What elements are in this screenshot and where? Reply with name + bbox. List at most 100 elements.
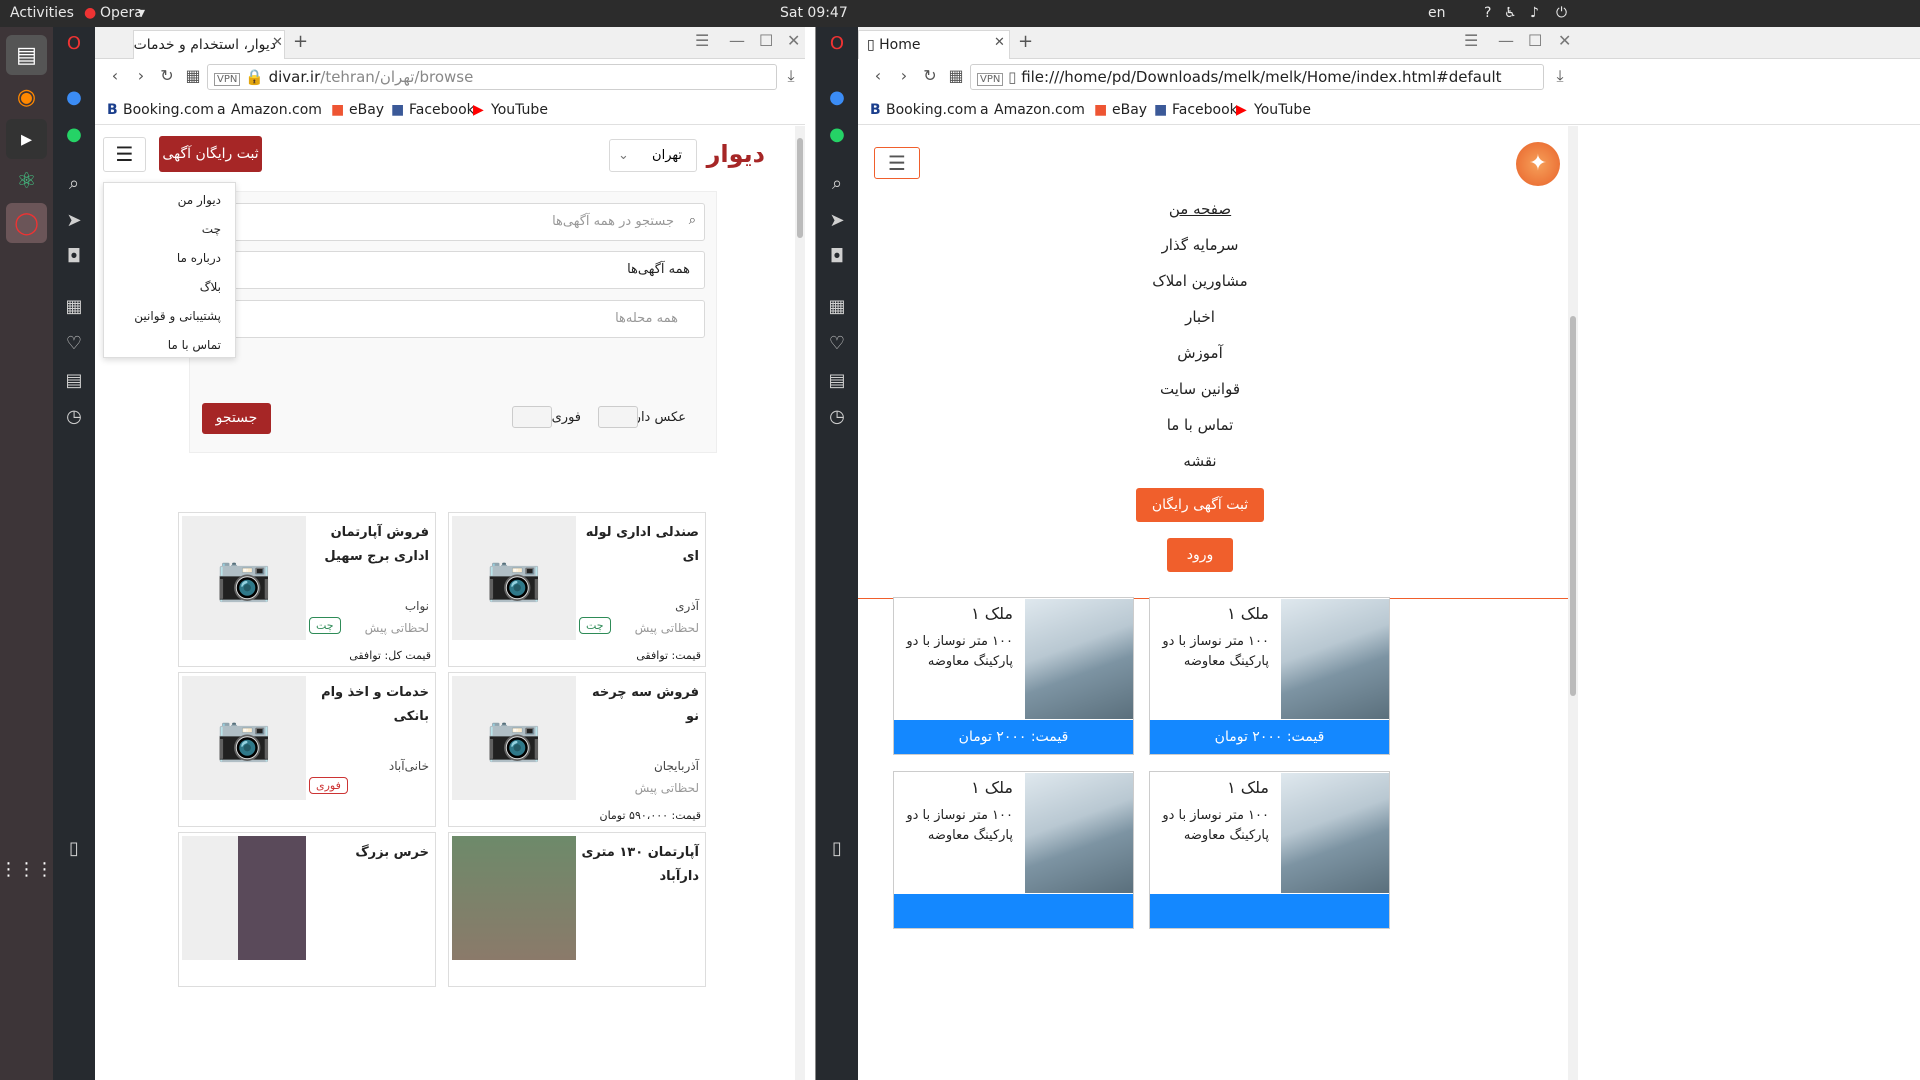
forward-icon[interactable]: › bbox=[892, 64, 916, 88]
bookmark-ebay[interactable]: eBay bbox=[1112, 102, 1147, 118]
navbar-toggle-button[interactable]: ☰ bbox=[874, 147, 920, 179]
property-card[interactable]: ملک ۱ ۱۰۰ متر نوساز با دو پارکینگ معاوضه ق… bbox=[893, 597, 1134, 755]
post-free-ad-button[interactable]: ثبت آگهی رایگان bbox=[1136, 488, 1264, 522]
menu-item-about[interactable]: درباره ما bbox=[177, 251, 221, 265]
app-menu[interactable]: Opera bbox=[100, 5, 143, 21]
bookmark-booking[interactable]: Booking.com bbox=[886, 102, 977, 118]
login-button[interactable]: ورود bbox=[1167, 538, 1233, 572]
ad-card[interactable]: 📷 خدمات و اخذ وام بانکی خانی‌آباد فوری bbox=[178, 672, 436, 827]
menu-item-blog[interactable]: بلاگ bbox=[200, 280, 221, 294]
tab-divar[interactable]: دیوار، استخدام و خدمات bbox=[133, 30, 285, 59]
tab-menu-icon[interactable]: ☰ bbox=[695, 31, 709, 50]
whatsapp-icon[interactable]: ● bbox=[821, 118, 853, 150]
heart-icon[interactable]: ♡ bbox=[58, 327, 90, 359]
close-tab-icon[interactable]: ✕ bbox=[272, 35, 283, 50]
reload-icon[interactable]: ↻ bbox=[918, 64, 942, 88]
forward-icon[interactable]: › bbox=[129, 64, 153, 88]
opera-dock-icon[interactable]: ◯ bbox=[6, 203, 47, 243]
power-icon[interactable]: ⏻ bbox=[1556, 5, 1567, 21]
bookmark-ebay[interactable]: eBay bbox=[349, 102, 384, 118]
scrollbar-thumb[interactable] bbox=[797, 138, 803, 238]
camera-icon[interactable]: ◘ bbox=[821, 240, 853, 272]
minimize-icon[interactable]: — bbox=[1498, 31, 1514, 50]
scrollbar[interactable] bbox=[1568, 126, 1578, 1080]
back-icon[interactable]: ‹ bbox=[103, 64, 127, 88]
scrollbar-thumb[interactable] bbox=[1570, 316, 1576, 696]
send-icon[interactable]: ➤ bbox=[821, 204, 853, 236]
news-icon[interactable]: ▤ bbox=[58, 364, 90, 396]
help-icon[interactable]: ? bbox=[1484, 5, 1491, 21]
search-input[interactable]: جستجو در همه آگهی‌ها ⌕ bbox=[199, 203, 705, 241]
atom-icon[interactable]: ⚛ bbox=[6, 161, 47, 201]
hamburger-menu-button[interactable]: ☰ bbox=[103, 137, 146, 172]
bookmark-amazon[interactable]: Amazon.com bbox=[231, 102, 322, 118]
nav-education[interactable]: آموزش bbox=[1050, 344, 1350, 362]
sidebar-toggle-icon[interactable]: ▯ bbox=[58, 832, 90, 864]
close-tab-icon[interactable]: ✕ bbox=[994, 35, 1005, 50]
menu-item-chat[interactable]: چت bbox=[202, 222, 221, 236]
close-window-icon[interactable]: ✕ bbox=[1558, 31, 1571, 50]
back-icon[interactable]: ‹ bbox=[866, 64, 890, 88]
close-window-icon[interactable]: ✕ bbox=[787, 31, 800, 50]
heart-icon[interactable]: ♡ bbox=[821, 327, 853, 359]
send-icon[interactable]: ➤ bbox=[58, 204, 90, 236]
history-icon[interactable]: ◷ bbox=[821, 400, 853, 432]
vpn-badge[interactable]: VPN bbox=[977, 73, 1004, 86]
new-tab-icon[interactable]: + bbox=[293, 31, 308, 52]
nav-my-page[interactable]: صفحه من bbox=[1050, 200, 1350, 218]
messenger-icon[interactable]: ● bbox=[821, 81, 853, 113]
post-ad-button[interactable]: ثبت رایگان آگهی bbox=[159, 136, 262, 172]
tabs-grid-icon[interactable]: ▦ bbox=[181, 64, 205, 88]
ad-card[interactable]: 📷 فروش آپارتمان اداری برج سهیل نواب لحظاتی … bbox=[178, 512, 436, 667]
tabs-grid-icon[interactable]: ▦ bbox=[944, 64, 968, 88]
menu-item-my-divar[interactable]: دیوار من bbox=[178, 193, 221, 207]
url-field[interactable]: VPN 🔒 divar.ir/tehran/تهران/browse bbox=[207, 64, 777, 90]
terminal-icon[interactable]: ▸ bbox=[6, 119, 47, 159]
bookmark-facebook[interactable]: Facebook bbox=[1172, 102, 1238, 118]
sidebar-toggle-icon[interactable]: ▯ bbox=[821, 832, 853, 864]
city-select[interactable]: تهران ⌄ bbox=[609, 139, 697, 172]
minimize-icon[interactable]: — bbox=[729, 31, 745, 50]
category-select[interactable]: همه آگهی‌ها bbox=[199, 251, 705, 289]
nav-investor[interactable]: سرمایه گذار bbox=[1050, 236, 1350, 254]
opera-menu-icon[interactable]: O bbox=[58, 27, 90, 59]
bookmark-booking[interactable]: Booking.com bbox=[123, 102, 214, 118]
tab-home[interactable]: ▯ Home bbox=[858, 30, 1010, 59]
scrollbar[interactable] bbox=[795, 126, 805, 1080]
divar-logo[interactable]: دیوار bbox=[707, 140, 765, 168]
nav-rules[interactable]: قوانین سایت bbox=[1050, 380, 1350, 398]
accessibility-icon[interactable]: ♿ bbox=[1504, 5, 1517, 21]
activities-button[interactable]: Activities bbox=[10, 5, 74, 21]
firefox-icon[interactable]: ◉ bbox=[6, 77, 47, 117]
volume-icon[interactable]: ♪ bbox=[1530, 5, 1539, 21]
history-icon[interactable]: ◷ bbox=[58, 400, 90, 432]
speed-dial-icon[interactable]: ▦ bbox=[58, 290, 90, 322]
ad-card[interactable]: 📷 صندلی اداری لوله ای آذری لحظاتی پیش قیمت: … bbox=[448, 512, 706, 667]
opera-menu-icon[interactable]: O bbox=[821, 27, 853, 59]
property-card[interactable]: ملک ۱ ۱۰۰ متر نوساز با دو پارکینگ معاوضه bbox=[893, 771, 1134, 929]
ad-badge[interactable]: چت bbox=[579, 617, 611, 634]
district-select[interactable]: همه محله‌ها ▾ bbox=[199, 300, 705, 338]
tab-menu-icon[interactable]: ☰ bbox=[1464, 31, 1478, 50]
menu-item-contact[interactable]: تماس با ما bbox=[168, 338, 221, 352]
phoenix-logo-icon[interactable]: ✦ bbox=[1516, 142, 1560, 186]
ad-card[interactable]: آپارتمان ۱۳۰ متری دارآباد bbox=[448, 832, 706, 987]
bookmark-facebook[interactable]: Facebook bbox=[409, 102, 475, 118]
nav-news[interactable]: اخبار bbox=[1050, 308, 1350, 326]
url-field[interactable]: VPN ▯ file:///home/pd/Downloads/melk/mel… bbox=[970, 64, 1544, 90]
ad-card[interactable]: 📷 فروش سه چرخه نو آذربایجان لحظاتی پیش قیمت:… bbox=[448, 672, 706, 827]
nav-contact[interactable]: تماس با ما bbox=[1050, 416, 1350, 434]
ad-card[interactable]: خرس بزرگ bbox=[178, 832, 436, 987]
speed-dial-icon[interactable]: ▦ bbox=[821, 290, 853, 322]
bookmark-youtube[interactable]: YouTube bbox=[491, 102, 548, 118]
nav-map[interactable]: نقشه bbox=[1050, 452, 1350, 470]
nav-agents[interactable]: مشاورین املاک bbox=[1050, 272, 1350, 290]
camera-icon[interactable]: ◘ bbox=[58, 240, 90, 272]
bookmark-youtube[interactable]: YouTube bbox=[1254, 102, 1311, 118]
ad-badge[interactable]: چت bbox=[309, 617, 341, 634]
new-tab-icon[interactable]: + bbox=[1018, 31, 1033, 52]
messenger-icon[interactable]: ● bbox=[58, 81, 90, 113]
ad-badge[interactable]: فوری bbox=[309, 777, 348, 794]
menu-item-support[interactable]: پشتیبانی و قوانین bbox=[134, 309, 221, 323]
clock[interactable]: Sat 09:47 bbox=[780, 5, 848, 21]
